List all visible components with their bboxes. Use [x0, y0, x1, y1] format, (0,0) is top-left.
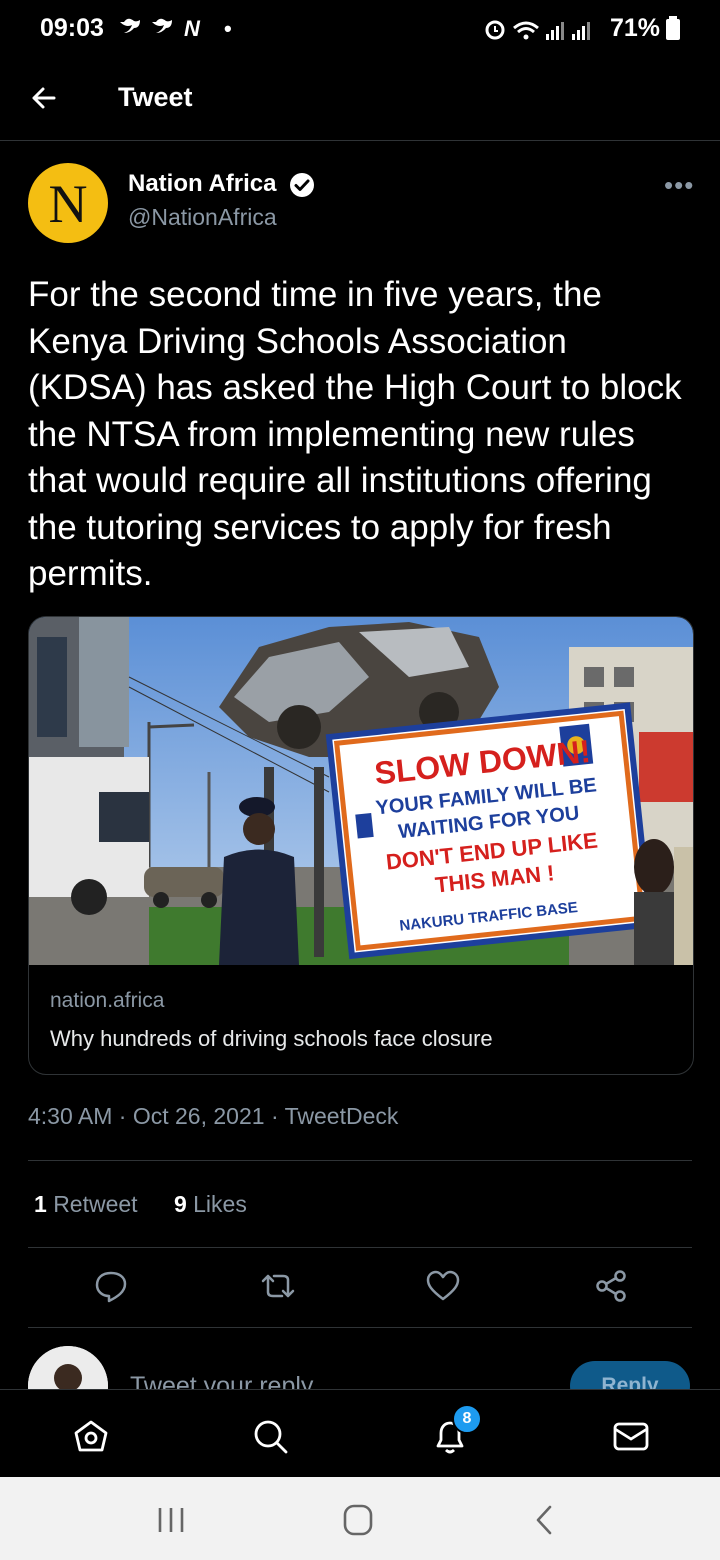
more-options-icon[interactable]: •••	[664, 170, 694, 201]
system-nav-bar	[0, 1477, 720, 1560]
messages-mail-icon[interactable]	[611, 1416, 651, 1456]
author-avatar[interactable]: N	[28, 163, 108, 243]
separator-dot: ·	[270, 1103, 279, 1129]
card-title: Why hundreds of driving schools face clo…	[50, 1026, 493, 1051]
likes-label: Likes	[193, 1191, 247, 1217]
retweet-icon[interactable]	[260, 1268, 296, 1304]
top-app-bar: Tweet	[0, 60, 720, 141]
link-card[interactable]: SLOW DOWN! YOUR FAMILY WILL BE WAITING F…	[28, 616, 694, 1075]
card-domain: nation.africa	[50, 989, 165, 1012]
tweet-date: Oct 26, 2021	[132, 1103, 265, 1129]
battery-icon	[666, 16, 680, 40]
home-icon[interactable]	[71, 1416, 111, 1456]
system-status-icons	[485, 20, 590, 40]
bottom-nav: 8	[0, 1389, 720, 1478]
back-arrow-icon[interactable]	[28, 78, 60, 118]
reply-icon[interactable]	[93, 1268, 129, 1304]
home-button-icon[interactable]	[340, 1503, 376, 1537]
search-icon[interactable]	[250, 1416, 290, 1456]
divider	[28, 1327, 692, 1328]
share-icon[interactable]	[593, 1268, 629, 1304]
tweet-meta: 4:30 AM · Oct 26, 2021 · TweetDeck	[28, 1103, 398, 1130]
retweets-label: Retweet	[53, 1191, 138, 1217]
likes-stat[interactable]: 9 Likes	[174, 1191, 247, 1217]
separator-dot: ·	[118, 1103, 127, 1129]
author-handle[interactable]: @NationAfrica	[128, 204, 277, 231]
divider	[28, 1160, 692, 1161]
tweet-time: 4:30 AM	[28, 1103, 113, 1129]
verified-badge-icon	[290, 173, 314, 197]
likes-count: 9	[173, 1191, 187, 1217]
nation-notification-icon: N	[184, 16, 200, 41]
recent-apps-icon[interactable]	[153, 1503, 189, 1537]
tweet-source[interactable]: TweetDeck	[285, 1103, 399, 1129]
retweets-count: 1	[34, 1191, 47, 1217]
card-image: SLOW DOWN! YOUR FAMILY WILL BE WAITING F…	[29, 617, 693, 965]
page-title: Tweet	[118, 82, 193, 112]
dot-icon: •	[224, 16, 232, 41]
tweet-text: For the second time in five years, the K…	[28, 275, 682, 593]
battery-percent: 71%	[610, 14, 661, 42]
like-heart-icon[interactable]	[425, 1268, 461, 1304]
status-bar: 09:03 N • 71%	[0, 0, 720, 60]
tweet-stats: 1 Retweet 9 Likes	[34, 1191, 247, 1218]
notification-badge: 8	[452, 1404, 482, 1434]
system-back-icon[interactable]	[528, 1503, 564, 1537]
author-name[interactable]: Nation Africa	[128, 170, 276, 198]
divider	[28, 1247, 692, 1248]
status-time: 09:03	[40, 14, 104, 42]
retweets-stat[interactable]: 1 Retweet	[34, 1191, 138, 1217]
